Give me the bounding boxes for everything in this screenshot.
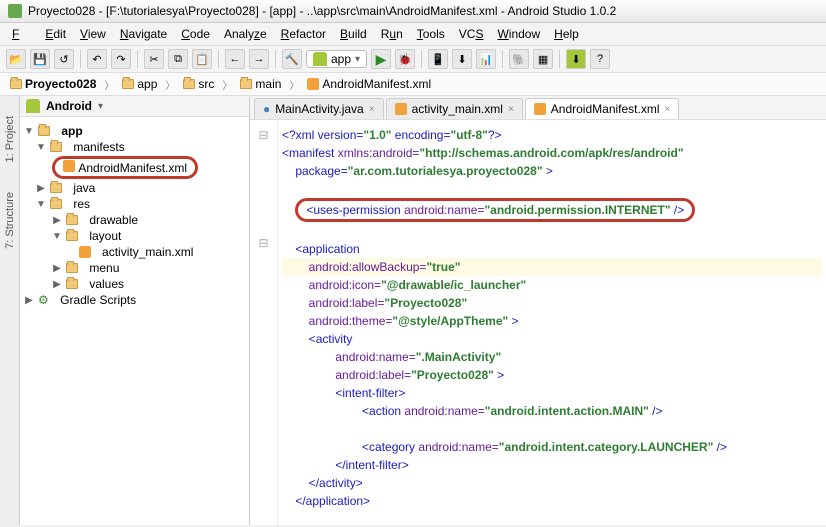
breadcrumbs: Proyecto028〉 app〉 src〉 main〉 AndroidMani… bbox=[0, 73, 826, 96]
tree-node-layout[interactable]: ▼ layout bbox=[24, 228, 245, 244]
project-view-label: Android bbox=[46, 99, 92, 113]
tree-node-manifest-file[interactable]: AndroidManifest.xml bbox=[24, 155, 245, 180]
tree-node-res[interactable]: ▼ res bbox=[24, 196, 245, 212]
sync-gradle-button[interactable]: 🐘 bbox=[509, 49, 529, 69]
back-button[interactable]: ← bbox=[225, 49, 245, 69]
menubar: F Edit View Navigate Code Analyze Refact… bbox=[0, 23, 826, 46]
cut-button[interactable]: ✂ bbox=[144, 49, 164, 69]
menu-file[interactable]: F bbox=[6, 25, 37, 43]
android-icon bbox=[313, 52, 327, 66]
folder-icon bbox=[183, 79, 195, 89]
undo-button[interactable]: ↶ bbox=[87, 49, 107, 69]
close-icon[interactable]: × bbox=[369, 104, 375, 115]
sdk-manager-button[interactable]: ⬇ bbox=[566, 49, 586, 69]
sidetab-project[interactable]: 1: Project bbox=[4, 116, 16, 162]
side-tool-tabs: 1: Project 7: Structure bbox=[0, 96, 20, 525]
run-config-combo[interactable]: app ▾ bbox=[306, 50, 367, 68]
forward-button[interactable]: → bbox=[249, 49, 269, 69]
tree-node-menu[interactable]: ▶ menu bbox=[24, 260, 245, 276]
close-icon[interactable]: × bbox=[508, 104, 514, 115]
close-icon[interactable]: × bbox=[665, 104, 671, 115]
titlebar: Proyecto028 - [F:\tutorialesya\Proyecto0… bbox=[0, 0, 826, 23]
tree-node-app[interactable]: ▼ app bbox=[24, 123, 245, 139]
redo-button[interactable]: ↷ bbox=[111, 49, 131, 69]
sidetab-structure[interactable]: 7: Structure bbox=[4, 192, 16, 249]
crumb-src[interactable]: src bbox=[179, 76, 218, 92]
tab-main-activity[interactable]: ●MainActivity.java× bbox=[254, 98, 384, 119]
tree-node-drawable[interactable]: ▶ drawable bbox=[24, 212, 245, 228]
menu-code[interactable]: Code bbox=[175, 25, 216, 43]
chevron-down-icon: ▾ bbox=[98, 101, 103, 112]
structure-button[interactable]: ▦ bbox=[533, 49, 553, 69]
menu-window[interactable]: Window bbox=[491, 25, 546, 43]
tree-node-values[interactable]: ▶ values bbox=[24, 276, 245, 292]
tree-node-gradle[interactable]: ▶⚙ Gradle Scripts bbox=[24, 292, 245, 308]
menu-edit[interactable]: Edit bbox=[39, 25, 72, 43]
project-tree: ▼ app ▼ manifests AndroidManifest.xml ▶ … bbox=[20, 117, 249, 314]
monitor-button[interactable]: 📊 bbox=[476, 49, 496, 69]
menu-tools[interactable]: Tools bbox=[411, 25, 451, 43]
save-button[interactable]: 💾 bbox=[30, 49, 50, 69]
paste-button[interactable]: 📋 bbox=[192, 49, 212, 69]
toolbar: 📂 💾 ↺ ↶ ↷ ✂ ⧉ 📋 ← → 🔨 app ▾ ▶ 🐞 📱 ⬇ 📊 🐘 … bbox=[0, 46, 826, 73]
project-header[interactable]: Android ▾ bbox=[20, 96, 249, 117]
menu-run[interactable]: Run bbox=[375, 25, 409, 43]
avd-button[interactable]: 📱 bbox=[428, 49, 448, 69]
menu-vcs[interactable]: VCS bbox=[453, 25, 490, 43]
xml-icon bbox=[307, 78, 319, 90]
folder-icon bbox=[240, 79, 252, 89]
editor-tabs: ●MainActivity.java× activity_main.xml× A… bbox=[250, 96, 826, 120]
menu-help[interactable]: Help bbox=[548, 25, 585, 43]
editor-area: ●MainActivity.java× activity_main.xml× A… bbox=[250, 96, 826, 525]
window-title: Proyecto028 - [F:\tutorialesya\Proyecto0… bbox=[28, 4, 616, 18]
sdk-button[interactable]: ⬇ bbox=[452, 49, 472, 69]
help-button[interactable]: ? bbox=[590, 49, 610, 69]
tree-node-activity-main[interactable]: activity_main.xml bbox=[24, 244, 245, 260]
debug-button[interactable]: 🐞 bbox=[395, 49, 415, 69]
menu-build[interactable]: Build bbox=[334, 25, 373, 43]
menu-navigate[interactable]: Navigate bbox=[114, 25, 173, 43]
folder-icon bbox=[10, 79, 22, 89]
android-icon bbox=[26, 99, 40, 113]
code-editor[interactable]: ⊟⊟ <?xml version="1.0" encoding="utf-8"?… bbox=[250, 120, 826, 525]
project-pane: Android ▾ ▼ app ▼ manifests AndroidManif… bbox=[20, 96, 250, 525]
app-icon bbox=[8, 4, 22, 18]
code-body[interactable]: <?xml version="1.0" encoding="utf-8"?> <… bbox=[278, 120, 826, 525]
make-button[interactable]: 🔨 bbox=[282, 49, 302, 69]
crumb-file[interactable]: AndroidManifest.xml bbox=[303, 76, 435, 92]
copy-button[interactable]: ⧉ bbox=[168, 49, 188, 69]
tab-activity-main-xml[interactable]: activity_main.xml× bbox=[386, 98, 523, 119]
tree-node-manifests[interactable]: ▼ manifests bbox=[24, 139, 245, 155]
tab-android-manifest[interactable]: AndroidManifest.xml× bbox=[525, 98, 680, 119]
chevron-down-icon: ▾ bbox=[355, 54, 360, 65]
run-button[interactable]: ▶ bbox=[371, 49, 391, 69]
sync-button[interactable]: ↺ bbox=[54, 49, 74, 69]
tree-node-java[interactable]: ▶ java bbox=[24, 180, 245, 196]
gutter: ⊟⊟ bbox=[250, 120, 278, 525]
menu-view[interactable]: View bbox=[74, 25, 112, 43]
crumb-project[interactable]: Proyecto028 bbox=[6, 76, 100, 92]
crumb-main[interactable]: main bbox=[236, 76, 285, 92]
menu-analyze[interactable]: Analyze bbox=[218, 25, 273, 43]
gradle-icon: ⚙ bbox=[38, 293, 49, 307]
crumb-app[interactable]: app bbox=[118, 76, 161, 92]
menu-refactor[interactable]: Refactor bbox=[275, 25, 332, 43]
run-config-label: app bbox=[331, 52, 351, 66]
open-button[interactable]: 📂 bbox=[6, 49, 26, 69]
folder-icon bbox=[122, 79, 134, 89]
